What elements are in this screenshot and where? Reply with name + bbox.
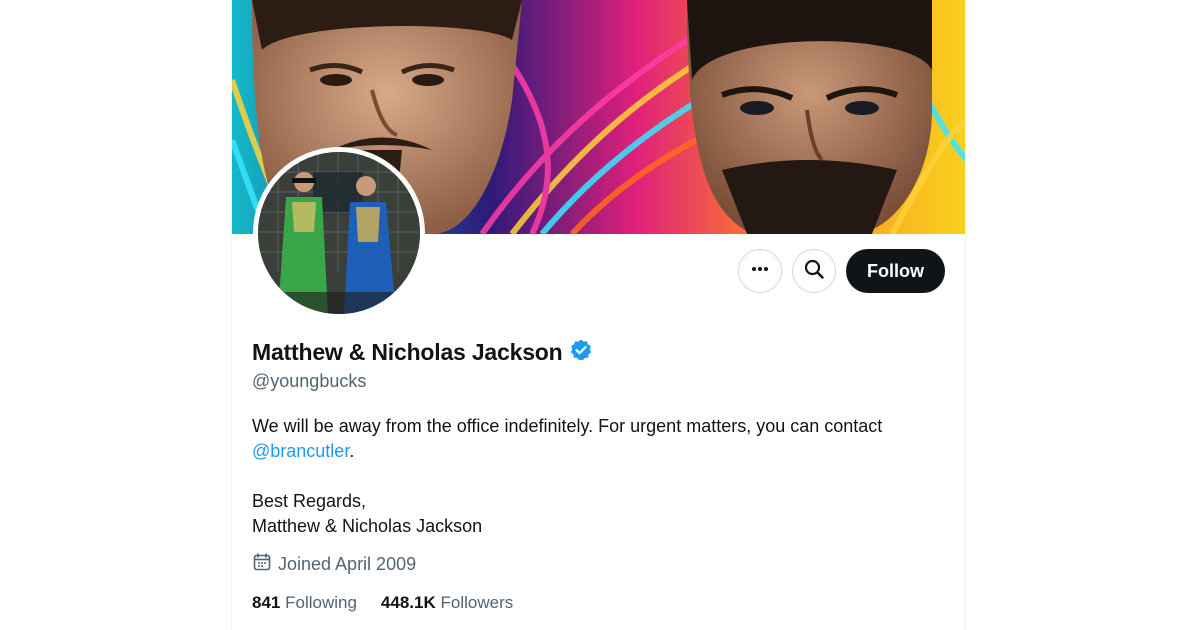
bio-period: . (349, 441, 355, 461)
followers-count: 448.1K (380, 593, 436, 612)
page: Follow Matthew & Nicholas Jackson @young… (0, 0, 1200, 630)
verified-badge-icon[interactable] (569, 338, 593, 367)
calendar-icon (252, 552, 272, 577)
profile-bio: We will be away from the office indefini… (252, 414, 952, 539)
follow-button[interactable]: Follow (846, 249, 945, 293)
followers-link[interactable]: 448.1K Followers (381, 593, 513, 613)
more-horizontal-icon (750, 259, 770, 284)
bio-mention-link[interactable]: @brancutler (252, 441, 349, 461)
search-icon (803, 258, 825, 285)
bio-signature: Matthew & Nicholas Jackson (252, 516, 483, 536)
profile-actions: Follow (738, 249, 945, 293)
follow-stats: 841 Following 448.1K Followers (252, 593, 513, 613)
name-row: Matthew & Nicholas Jackson (252, 338, 593, 367)
following-label: Following (285, 593, 357, 612)
join-date: Joined April 2009 (252, 552, 416, 577)
followers-label: Followers (440, 593, 514, 612)
display-name: Matthew & Nicholas Jackson (252, 339, 563, 365)
more-button[interactable] (738, 249, 782, 293)
profile-card: Follow Matthew & Nicholas Jackson @young… (231, 0, 966, 630)
search-button[interactable] (792, 249, 836, 293)
following-count: 841 (252, 593, 281, 612)
avatar[interactable] (253, 147, 425, 319)
bio-closing: Best Regards, (252, 491, 367, 511)
username-handle: @youngbucks (252, 371, 367, 391)
avatar-image (258, 152, 420, 314)
bio-text: We will be away from the office indefini… (252, 416, 883, 436)
following-link[interactable]: 841 Following (252, 593, 357, 613)
join-date-text: Joined April 2009 (278, 554, 417, 574)
